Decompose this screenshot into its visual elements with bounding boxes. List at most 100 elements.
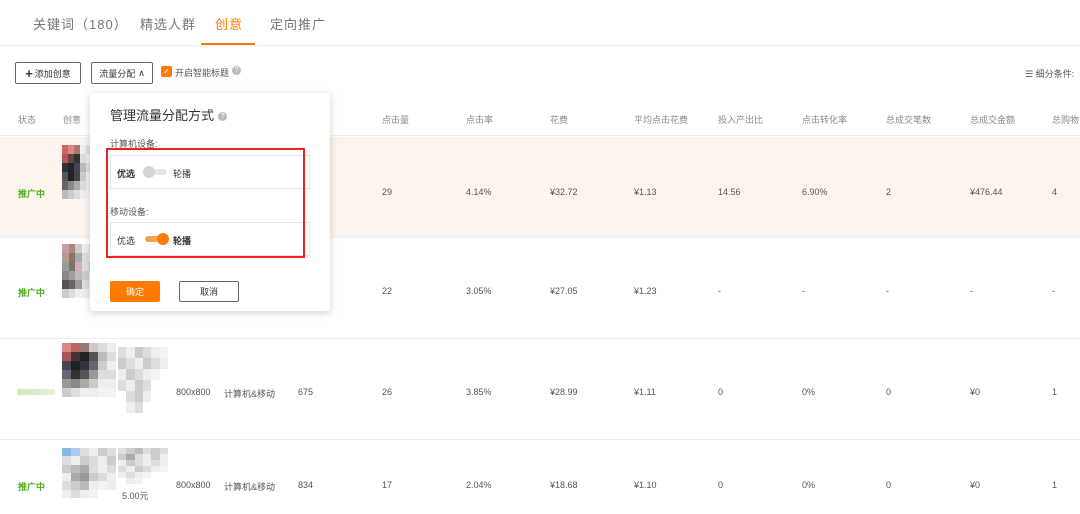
cpc-cell: ¥1.23 <box>634 286 657 296</box>
size-cell: 800x800 <box>176 480 211 490</box>
orders-cell: 2 <box>886 187 892 197</box>
clicks-cell: 22 <box>382 286 393 296</box>
question-icon[interactable]: ? <box>232 66 241 75</box>
tab-audience[interactable]: 精选人群 <box>140 14 196 33</box>
popup-title: 管理流量分配方式? <box>110 105 228 124</box>
segment-filter[interactable]: ☰ 细分条件: <box>1025 67 1074 80</box>
cvr-cell: 0% <box>802 480 816 490</box>
amount-cell: ¥476.44 <box>970 187 1003 197</box>
orders-cell: 0 <box>886 480 892 490</box>
ctr-cell: 3.85% <box>466 387 492 397</box>
creative-thumbnail-alt[interactable] <box>118 347 168 413</box>
creative-thumbnail[interactable] <box>62 448 116 498</box>
roi-cell: 14.56 <box>718 187 741 197</box>
orders-cell: 0 <box>886 387 892 397</box>
column-header[interactable]: 总成交笔数 <box>886 113 931 126</box>
cvr-cell: - <box>802 286 805 296</box>
tab-keywords[interactable]: 关键词（180） <box>33 14 128 33</box>
cart-cell: 4 <box>1052 187 1058 197</box>
cost-cell: ¥32.72 <box>550 187 578 197</box>
column-header[interactable]: 总购物 <box>1052 113 1079 126</box>
amount-cell: - <box>970 286 973 296</box>
ctr-cell: 4.14% <box>466 187 492 197</box>
mobile-mode-toggle[interactable] <box>145 233 169 245</box>
column-header[interactable]: 平均点击花费 <box>634 113 688 126</box>
clicks-cell: 17 <box>382 480 393 490</box>
ctr-cell: 2.04% <box>466 480 492 490</box>
status-badge <box>17 389 55 395</box>
cart-cell: 1 <box>1052 480 1058 490</box>
segment-filter-label: 细分条件: <box>1035 69 1075 79</box>
amount-cell: ¥0 <box>970 387 981 397</box>
impressions-cell: 834 <box>298 480 314 490</box>
mobile-mode-option: 优选 轮播 <box>110 222 310 256</box>
plus-icon: + <box>25 65 33 81</box>
column-header[interactable]: 投入产出比 <box>718 113 763 126</box>
column-header: 状态 <box>18 115 37 125</box>
toggle-knob <box>143 166 155 178</box>
table-row: 800x800 计算机&移动 675 26 3.85% ¥28.99 ¥1.11… <box>0 339 1080 440</box>
orders-cell: - <box>886 286 889 296</box>
clicks-cell: 29 <box>382 187 393 197</box>
impressions-cell: 675 <box>298 387 314 397</box>
tab-bar: 关键词（180） 精选人群 创意 定向推广 <box>0 0 1080 46</box>
roi-cell: 0 <box>718 387 724 397</box>
cart-cell: 1 <box>1052 387 1058 397</box>
size-cell: 800x800 <box>176 387 211 397</box>
toolbar: + 添加创意 流量分配 ∧ ✓ 开启智能标题 ? ☰ 细分条件: <box>0 60 1080 86</box>
active-tab-indicator <box>201 43 255 45</box>
question-icon[interactable]: ? <box>218 112 228 122</box>
mobile-preferred-label: 优选 <box>117 236 136 246</box>
popup-title-text: 管理流量分配方式 <box>110 108 215 123</box>
cancel-button[interactable]: 取消 <box>179 281 239 302</box>
cost-cell: ¥28.99 <box>550 387 578 397</box>
cpc-cell: ¥1.11 <box>634 387 656 397</box>
toggle-knob <box>157 233 169 245</box>
ctr-cell: 3.05% <box>466 286 492 296</box>
chevron-up-icon: ∧ <box>138 67 145 78</box>
smart-title-label: 开启智能标题 <box>175 68 230 78</box>
list-icon: ☰ <box>1025 69 1034 79</box>
column-header[interactable]: 总成交金额 <box>970 113 1015 126</box>
column-header[interactable]: 点击率 <box>466 113 493 126</box>
cpc-cell: ¥1.13 <box>634 187 657 197</box>
creative-thumbnail[interactable] <box>62 343 116 397</box>
cvr-cell: 6.90% <box>802 187 828 197</box>
confirm-button[interactable]: 确定 <box>110 281 160 302</box>
column-header[interactable]: 花费 <box>550 113 568 126</box>
add-creative-button[interactable]: + 添加创意 <box>15 62 81 84</box>
column-header[interactable]: 点击量 <box>382 113 409 126</box>
status-badge: 推广中 <box>18 288 46 298</box>
flow-allocation-popup: 管理流量分配方式? 计算机设备: 优选 轮播 移动设备: 优选 轮播 确定 取消 <box>90 93 330 311</box>
status-badge: 推广中 <box>18 189 46 199</box>
column-header[interactable]: 点击转化率 <box>802 113 847 126</box>
creative-thumbnail-alt[interactable] <box>118 448 168 484</box>
cvr-cell: 0% <box>802 387 816 397</box>
tab-creative[interactable]: 创意 <box>215 14 243 33</box>
pc-mode-option: 优选 轮播 <box>110 155 310 189</box>
cost-cell: ¥18.68 <box>550 480 578 490</box>
pc-preferred-label: 优选 <box>117 169 136 179</box>
cost-cell: ¥27.05 <box>550 286 578 296</box>
pc-device-label: 计算机设备: <box>110 139 158 149</box>
cart-cell: - <box>1052 286 1055 296</box>
pc-rotate-label: 轮播 <box>173 169 192 179</box>
device-cell: 计算机&移动 <box>224 389 276 399</box>
pc-mode-toggle[interactable] <box>143 166 167 178</box>
table-row: 推广中 5.00元 800x800 计算机&移动 834 17 2.04% ¥1… <box>0 440 1080 514</box>
device-cell: 计算机&移动 <box>224 482 276 492</box>
mobile-rotate-label: 轮播 <box>173 236 192 246</box>
roi-cell: 0 <box>718 480 724 490</box>
column-header: 创意 <box>63 115 82 125</box>
mobile-device-label: 移动设备: <box>110 207 149 217</box>
status-badge: 推广中 <box>18 482 46 492</box>
flow-allocation-button[interactable]: 流量分配 ∧ <box>91 62 153 84</box>
smart-title-checkbox[interactable]: ✓ <box>161 66 172 77</box>
add-creative-label: 添加创意 <box>34 68 71 79</box>
tab-targeting[interactable]: 定向推广 <box>270 14 326 33</box>
amount-cell: ¥0 <box>970 480 981 490</box>
roi-cell: - <box>718 286 721 296</box>
price-cell: 5.00元 <box>122 491 149 501</box>
flow-allocation-label: 流量分配 <box>99 68 136 79</box>
cpc-cell: ¥1.10 <box>634 480 657 490</box>
